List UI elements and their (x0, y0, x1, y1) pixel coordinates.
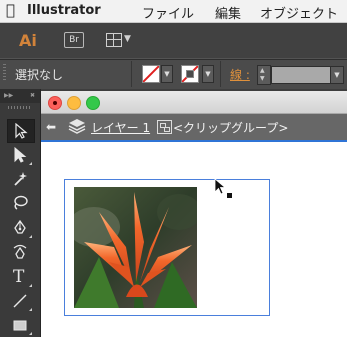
layers-icon (68, 118, 86, 138)
magic-wand-tool[interactable] (7, 168, 33, 190)
menu-object[interactable]: オブジェクト (260, 3, 338, 22)
panel-grip-handle[interactable] (8, 106, 32, 109)
fill-dropdown[interactable]: ▼ (161, 65, 173, 83)
line-tool[interactable] (7, 290, 33, 312)
layout-grid-icon[interactable] (106, 33, 122, 47)
tools-panel-header: ▶▶ ✖ (0, 89, 40, 103)
type-tool[interactable]: T (7, 266, 33, 288)
expand-panel-icon[interactable]: ▶▶ (4, 92, 13, 99)
pen-icon (14, 220, 26, 234)
flower-image (74, 187, 197, 308)
arrow-icon (15, 123, 28, 139)
menu-file[interactable]: ファイル (142, 3, 194, 22)
panel-grip-handle[interactable] (3, 64, 6, 82)
application-bar (0, 23, 347, 58)
group-icon (157, 120, 172, 134)
flyout-indicator (29, 284, 32, 287)
maximize-window-button[interactable] (86, 96, 100, 110)
no-color-icon (143, 66, 159, 82)
apple-icon[interactable]:  (6, 1, 15, 19)
close-window-button[interactable] (48, 96, 62, 110)
type-tool-label: T (13, 267, 25, 287)
isolation-layer-link[interactable]: レイヤー 1 (91, 119, 150, 136)
stroke-weight-dropdown[interactable]: ▼ (330, 66, 344, 84)
rectangle-icon (13, 320, 27, 331)
flyout-indicator (29, 332, 32, 335)
stroke-weight-input[interactable] (271, 66, 331, 84)
flyout-indicator (29, 235, 32, 238)
hollow-arrow-icon (14, 147, 27, 163)
minimize-window-button[interactable] (67, 96, 81, 110)
stroke-swatch-center (186, 70, 194, 78)
lasso-tool[interactable] (7, 192, 33, 214)
rectangle-tool[interactable] (7, 314, 33, 336)
divider (131, 61, 132, 87)
stroke-weight-stepper[interactable]: ▲ ▼ (257, 65, 271, 85)
line-icon (13, 294, 27, 308)
menu-app-name[interactable]: Illustrator (27, 3, 101, 18)
chevron-down-icon[interactable]: ▼ (124, 34, 131, 44)
selection-tool[interactable] (7, 119, 35, 143)
pen-tool[interactable] (7, 217, 33, 239)
app-logo: Ai (19, 31, 37, 50)
stroke-swatch[interactable] (181, 65, 199, 83)
chevron-down-icon[interactable]: ▼ (260, 75, 265, 82)
bridge-button[interactable]: Br (64, 32, 84, 48)
stroke-dropdown[interactable]: ▼ (202, 65, 214, 83)
flyout-indicator (29, 308, 32, 311)
menu-edit[interactable]: 編集 (215, 3, 241, 22)
direct-selection-tool[interactable] (7, 144, 33, 166)
selection-status: 選択なし (15, 68, 64, 82)
curvature-tool[interactable] (7, 241, 33, 263)
flyout-indicator (29, 162, 32, 165)
menu-bar:  Illustrator ファイル 編集 オブジェクト (0, 0, 347, 23)
flower-photo[interactable] (74, 187, 197, 308)
stroke-label[interactable]: 線 : (230, 66, 250, 83)
fill-swatch[interactable] (142, 65, 160, 83)
isolation-group-label[interactable]: <クリップグループ> (173, 119, 288, 136)
curvature-pen-icon (13, 244, 27, 259)
arrow-left-icon[interactable]: ⬅ (46, 120, 56, 134)
lasso-icon (14, 195, 28, 210)
chevron-up-icon[interactable]: ▲ (260, 67, 265, 74)
magic-wand-icon (14, 172, 27, 186)
divider (220, 61, 221, 87)
mouse-pointer-icon (214, 178, 234, 204)
close-panel-icon[interactable]: ✖ (30, 92, 35, 99)
